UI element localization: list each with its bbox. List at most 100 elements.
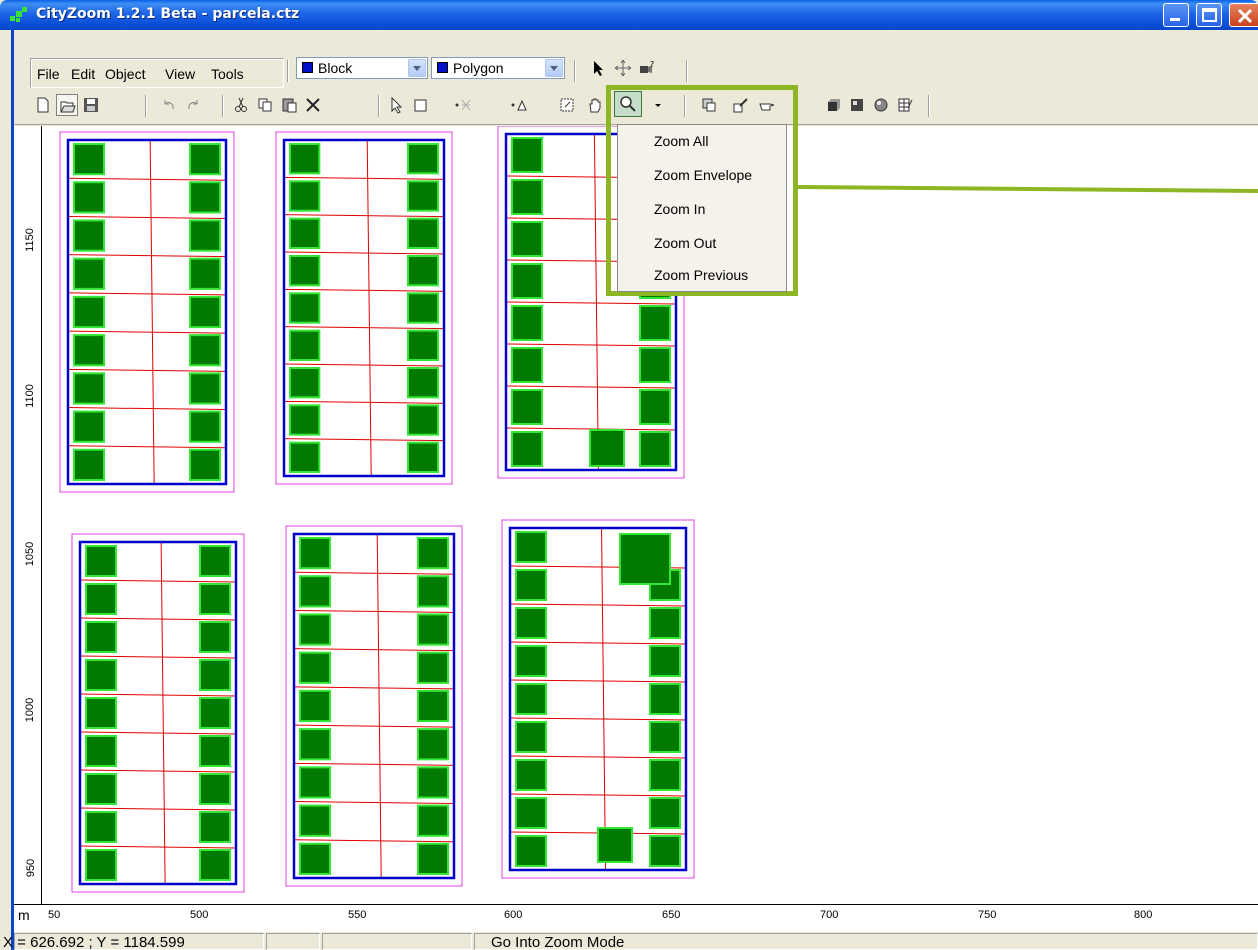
building[interactable] [189, 181, 221, 214]
building[interactable] [589, 429, 625, 467]
building[interactable] [407, 404, 439, 436]
building[interactable] [417, 842, 449, 875]
rectangle-select-button[interactable] [410, 94, 432, 116]
building[interactable] [511, 263, 543, 299]
building[interactable] [511, 431, 543, 467]
building[interactable] [407, 292, 439, 324]
building[interactable] [299, 651, 331, 684]
redo-button[interactable] [182, 94, 204, 116]
building[interactable] [199, 849, 231, 881]
sphere-button[interactable] [870, 94, 892, 116]
building[interactable] [417, 575, 449, 608]
building[interactable] [289, 292, 321, 324]
building[interactable] [417, 537, 449, 570]
building[interactable] [619, 533, 671, 585]
building[interactable] [417, 728, 449, 761]
chevron-down-icon[interactable] [408, 59, 426, 77]
building[interactable] [73, 372, 105, 405]
menu-view[interactable]: View [165, 66, 195, 82]
building[interactable] [417, 689, 449, 723]
building[interactable] [189, 372, 221, 405]
building[interactable] [199, 545, 231, 577]
building[interactable] [649, 721, 681, 753]
building[interactable] [289, 255, 321, 287]
paste-button[interactable] [278, 94, 300, 116]
menu-object[interactable]: Object [105, 66, 145, 82]
building[interactable] [649, 797, 681, 829]
pan-button[interactable] [584, 94, 606, 116]
building[interactable] [199, 659, 231, 691]
vertex-button[interactable] [452, 94, 474, 116]
building[interactable] [511, 305, 543, 341]
building[interactable] [85, 583, 117, 615]
building[interactable] [511, 347, 543, 383]
building[interactable] [515, 721, 547, 753]
building[interactable] [289, 441, 321, 473]
texture-button[interactable] [846, 94, 868, 116]
building[interactable] [511, 137, 543, 173]
building[interactable] [515, 759, 547, 791]
building[interactable] [649, 645, 681, 677]
undo-button[interactable] [158, 94, 180, 116]
building[interactable] [189, 410, 221, 443]
building[interactable] [85, 659, 117, 691]
building[interactable] [649, 607, 681, 639]
building[interactable] [73, 295, 105, 329]
building[interactable] [299, 575, 331, 608]
building[interactable] [199, 811, 231, 843]
building[interactable] [299, 689, 331, 723]
building[interactable] [515, 645, 547, 677]
select-button[interactable] [386, 94, 408, 116]
building[interactable] [289, 329, 321, 362]
close-button[interactable] [1229, 3, 1258, 27]
building[interactable] [417, 613, 449, 646]
building[interactable] [639, 389, 671, 425]
building[interactable] [407, 180, 439, 212]
building[interactable] [73, 181, 105, 214]
building[interactable] [407, 441, 439, 473]
building[interactable] [85, 735, 117, 767]
building[interactable] [407, 143, 439, 175]
maximize-button[interactable] [1196, 3, 1222, 27]
building[interactable] [417, 804, 449, 837]
building[interactable] [289, 404, 321, 436]
building[interactable] [299, 728, 331, 761]
building[interactable] [407, 329, 439, 362]
building[interactable] [417, 766, 449, 799]
zoom-previous-item[interactable]: Zoom Previous [654, 267, 748, 283]
properties-button[interactable] [894, 94, 916, 116]
building[interactable] [73, 257, 105, 290]
building[interactable] [639, 347, 671, 383]
new-file-button[interactable] [32, 94, 54, 116]
zoom-in-item[interactable]: Zoom In [654, 201, 705, 217]
building[interactable] [189, 334, 221, 367]
building[interactable] [299, 804, 331, 837]
zoom-out-item[interactable]: Zoom Out [654, 235, 716, 251]
building[interactable] [299, 537, 331, 570]
building[interactable] [73, 219, 105, 252]
building[interactable] [289, 367, 321, 399]
box-button[interactable] [822, 94, 844, 116]
zoom-all-item[interactable]: Zoom All [654, 133, 708, 149]
draw-polygon-button[interactable] [508, 94, 530, 116]
building[interactable] [73, 448, 105, 481]
building[interactable] [639, 305, 671, 341]
building[interactable] [85, 811, 117, 843]
chevron-down-icon[interactable] [545, 59, 563, 77]
building[interactable] [85, 849, 117, 881]
open-file-button[interactable] [56, 94, 78, 116]
menu-edit[interactable]: Edit [71, 66, 95, 82]
save-button[interactable] [80, 94, 102, 116]
building[interactable] [199, 735, 231, 767]
shape-combo[interactable]: Polygon [431, 57, 565, 79]
building[interactable] [649, 683, 681, 715]
building[interactable] [407, 367, 439, 399]
delete-button[interactable] [302, 94, 324, 116]
building[interactable] [515, 683, 547, 715]
building[interactable] [511, 389, 543, 425]
building[interactable] [189, 257, 221, 290]
building[interactable] [73, 410, 105, 443]
building[interactable] [289, 217, 321, 249]
building[interactable] [189, 219, 221, 252]
building[interactable] [189, 143, 221, 176]
